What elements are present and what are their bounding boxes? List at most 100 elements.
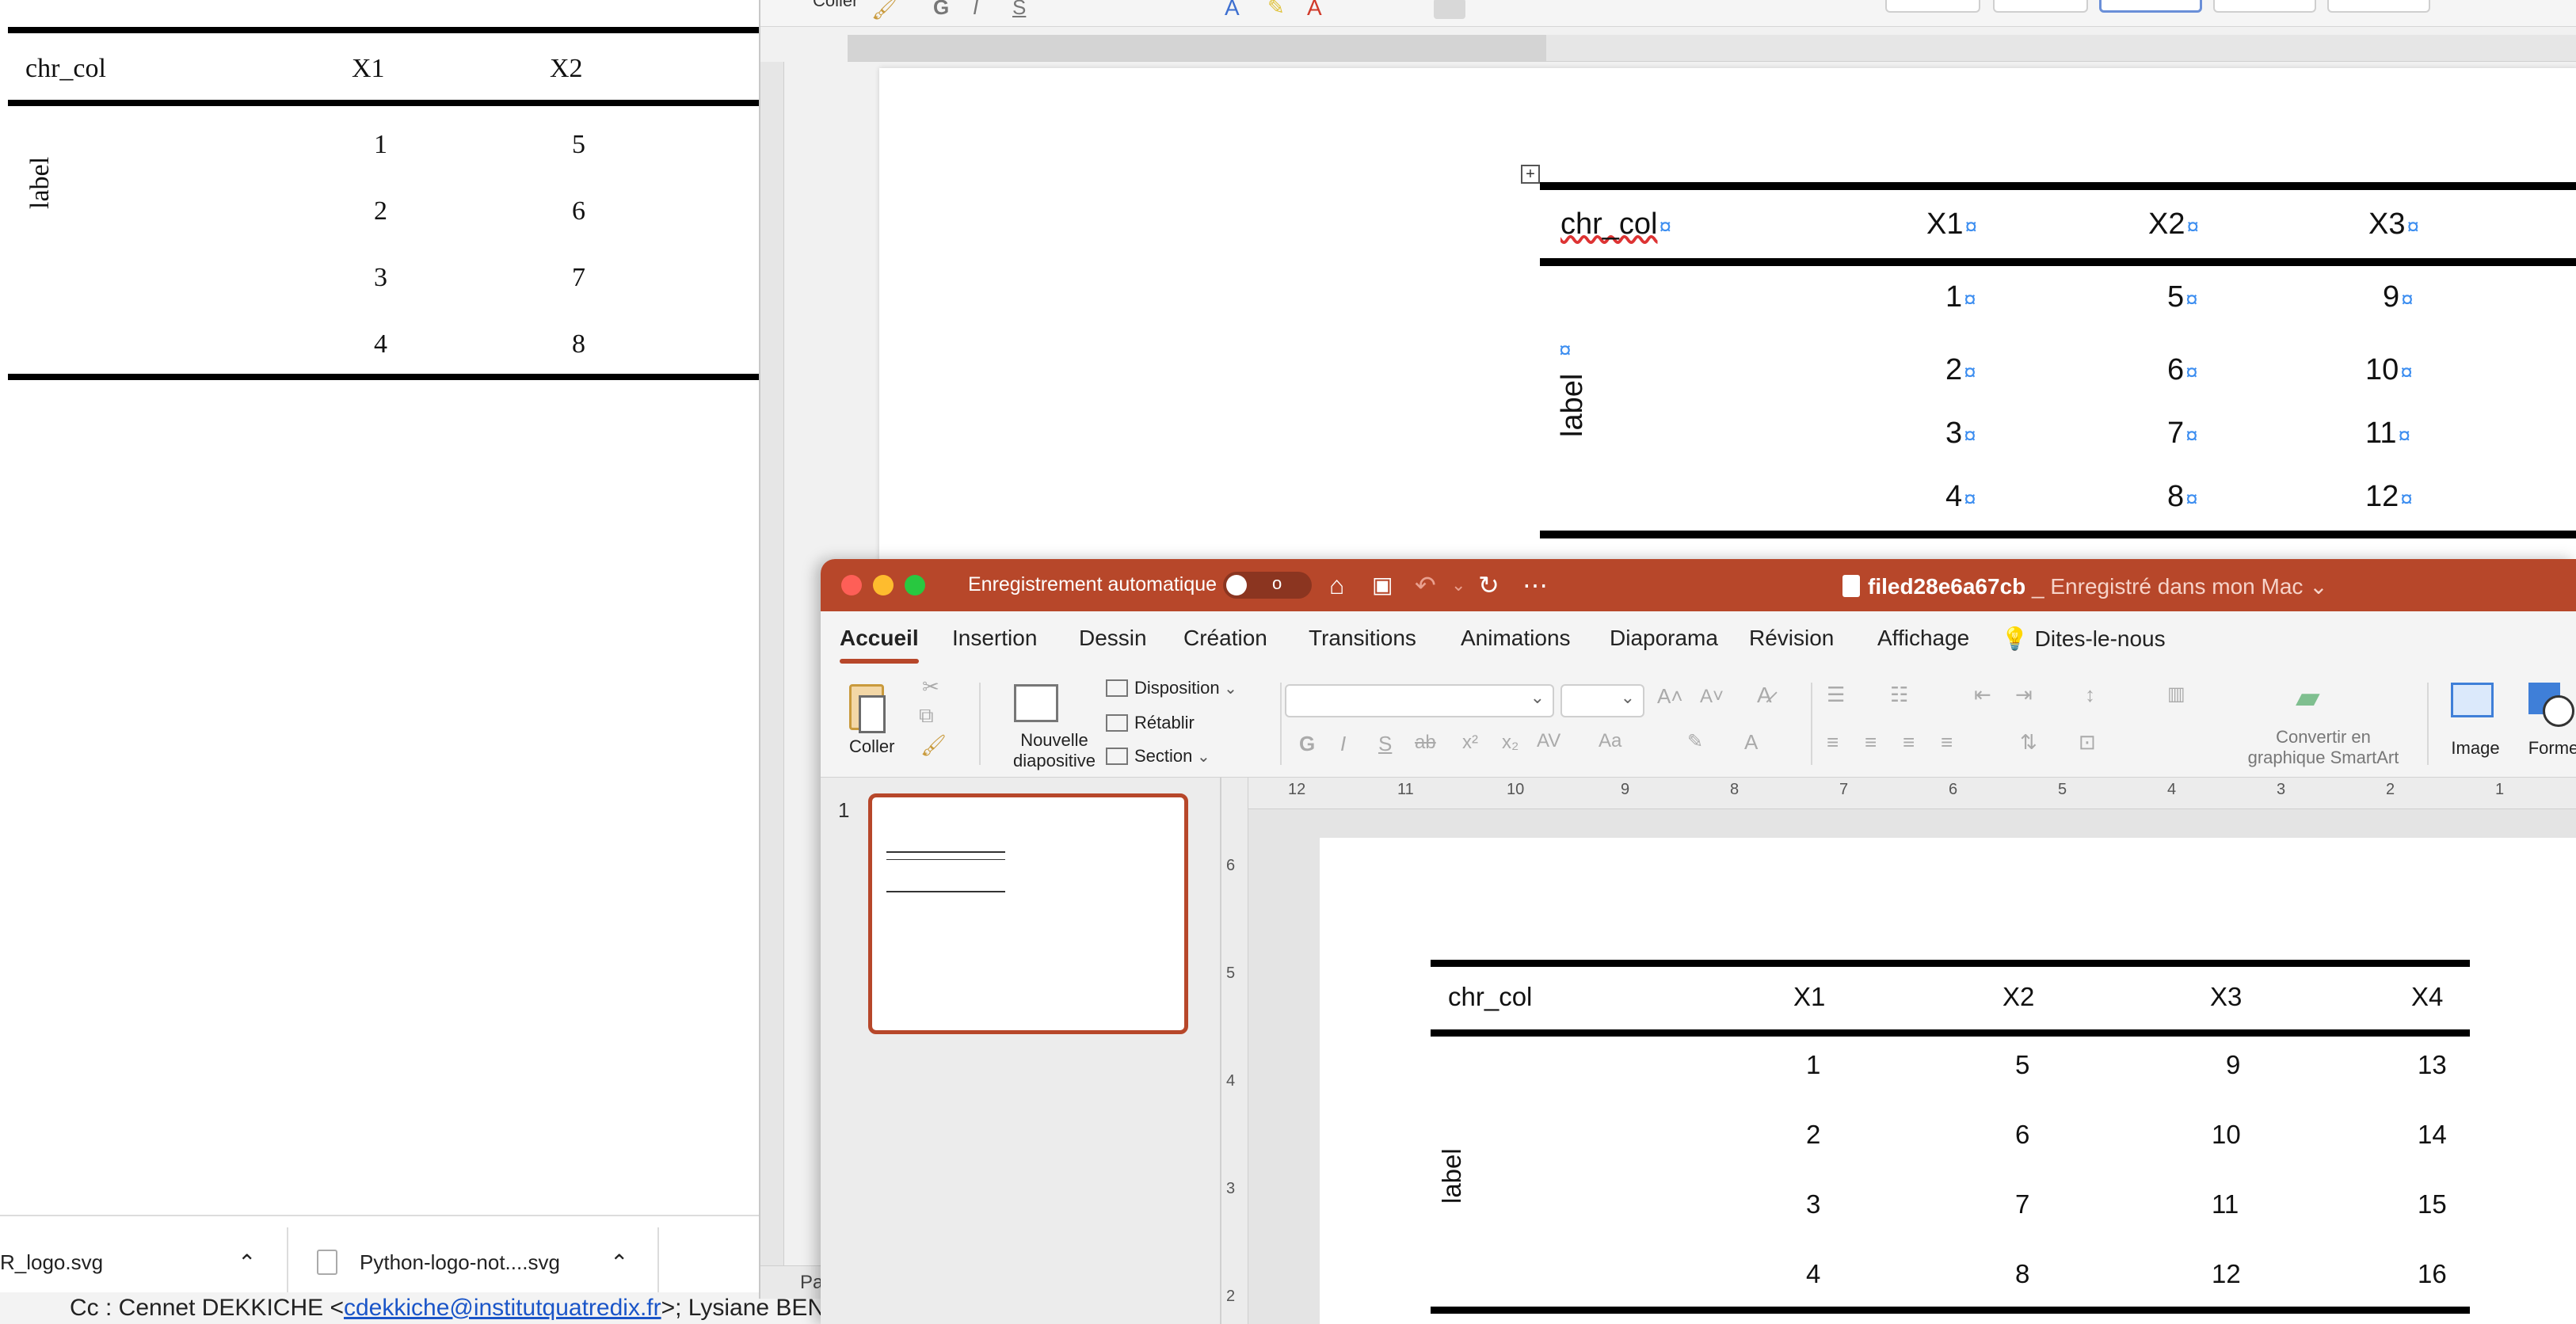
change-case-icon[interactable]: Aa xyxy=(1599,730,1621,752)
underline-icon[interactable]: S xyxy=(1378,732,1392,756)
table-cell: 10 xyxy=(2212,1120,2241,1149)
bullets-icon[interactable]: ☰ xyxy=(1827,683,1845,707)
slide-canvas[interactable] xyxy=(1320,838,2576,1324)
layout-button[interactable]: Disposition ⌄ xyxy=(1106,678,1237,698)
tab-animations[interactable]: Animations xyxy=(1461,626,1571,651)
table-cell: 12 xyxy=(2212,1259,2241,1288)
tab-transitions[interactable]: Transitions xyxy=(1309,626,1416,651)
numbering-icon[interactable]: ☷ xyxy=(1890,683,1908,707)
increase-indent-icon[interactable]: ⇥ xyxy=(2015,683,2033,707)
tab-accueil[interactable]: Accueil xyxy=(840,626,919,664)
subscript-icon[interactable]: x₂ xyxy=(1502,732,1519,754)
align-center-icon[interactable]: ≡ xyxy=(1865,730,1877,755)
align-left-icon[interactable]: ≡ xyxy=(1827,730,1839,755)
table-cell: 2¤ xyxy=(1945,353,1976,386)
mail-cc-address[interactable]: cdekkiche@institutquatredix.fr xyxy=(344,1295,661,1321)
minimize-window-button[interactable] xyxy=(873,575,894,595)
new-slide-button[interactable]: Nouvelle diapositive xyxy=(995,667,1114,778)
home-icon[interactable]: ⌂ xyxy=(1329,572,1344,599)
ribbon-divider xyxy=(2427,683,2429,765)
format-painter-icon[interactable]: 🖌 xyxy=(920,733,947,758)
shapes-button[interactable]: Formes xyxy=(2516,667,2576,778)
row-label-text: label xyxy=(1556,373,1589,437)
decrease-indent-icon[interactable]: ⇤ xyxy=(1974,683,1991,707)
tab-creation[interactable]: Création xyxy=(1183,626,1267,651)
file-title[interactable]: filed28e6a67cb _ Enregistré dans mon Mac… xyxy=(1842,573,2328,599)
section-button[interactable]: Section ⌄ xyxy=(1106,746,1210,767)
text-direction-icon[interactable]: ⇅ xyxy=(2020,730,2037,755)
word-paste-label[interactable]: Coller xyxy=(813,0,858,11)
ruler-tick-label: 4 xyxy=(2167,781,2177,798)
table-header-chr-col: chr_col¤ xyxy=(1560,207,1671,242)
align-right-icon[interactable]: ≡ xyxy=(1903,730,1915,755)
style-gallery-item[interactable] xyxy=(1993,0,2088,13)
tab-insertion[interactable]: Insertion xyxy=(952,626,1037,651)
header-text: X1 xyxy=(1926,207,1964,241)
style-gallery-item[interactable] xyxy=(2099,0,2202,13)
strikethrough-icon[interactable]: ab xyxy=(1415,732,1436,754)
font-color-icon[interactable]: A xyxy=(1307,0,1322,21)
table-cell: 9 xyxy=(2226,1050,2241,1079)
tab-tell-me[interactable]: 💡 Dites-le-nous xyxy=(2001,626,2166,652)
highlight-icon[interactable]: ✎ xyxy=(1267,0,1285,20)
tell-me-label: Dites-le-nous xyxy=(2034,626,2166,651)
slide-thumbnail[interactable] xyxy=(868,793,1188,1034)
align-text-icon[interactable]: ⊡ xyxy=(2079,730,2096,755)
save-icon[interactable]: ▣ xyxy=(1372,572,1393,599)
bold-icon[interactable]: G xyxy=(1299,732,1315,756)
font-size-select[interactable] xyxy=(1560,684,1644,717)
reset-button[interactable]: Rétablir xyxy=(1106,713,1195,733)
font-family-select[interactable] xyxy=(1285,684,1554,717)
font-color-icon[interactable]: A xyxy=(1744,730,1758,755)
paste-button[interactable]: Coller xyxy=(821,667,924,778)
align-left-icon[interactable] xyxy=(1434,0,1465,19)
more-icon[interactable]: ⋯ xyxy=(1522,572,1548,599)
clear-formatting-icon[interactable]: A̷ xyxy=(1757,683,1772,708)
chevron-up-icon[interactable]: ⌃ xyxy=(610,1250,628,1276)
tab-diaporama[interactable]: Diaporama xyxy=(1610,626,1718,651)
ppt-vertical-ruler[interactable]: 6 5 4 3 2 xyxy=(1221,778,1248,1324)
word-vertical-ruler[interactable] xyxy=(760,62,784,1299)
zoom-window-button[interactable] xyxy=(905,575,925,595)
tab-affichage[interactable]: Affichage xyxy=(1877,626,1969,651)
table-cell: 6 xyxy=(2015,1120,2030,1149)
cut-icon[interactable]: ✂ xyxy=(922,675,939,699)
justify-icon[interactable]: ≡ xyxy=(1941,730,1953,755)
italic-icon[interactable]: I xyxy=(1340,732,1346,756)
autosave-toggle[interactable]: o xyxy=(1223,572,1312,599)
image-button[interactable]: Image xyxy=(2437,667,2508,778)
ribbon-divider xyxy=(1280,683,1282,765)
style-gallery-item[interactable] xyxy=(1885,0,1980,13)
increase-font-icon[interactable]: A˄ xyxy=(1657,684,1683,709)
style-gallery-item[interactable] xyxy=(2213,0,2316,13)
browser-window: chr_col X1 X2 label 1 2 3 4 5 6 7 8 R_lo… xyxy=(0,0,832,1324)
slide-editing-area[interactable] xyxy=(1248,809,2576,1324)
decrease-font-icon[interactable]: A˅ xyxy=(1700,686,1724,708)
undo-icon[interactable]: ↶ xyxy=(1415,572,1436,599)
style-gallery-item[interactable] xyxy=(2327,0,2430,13)
close-window-button[interactable] xyxy=(841,575,862,595)
tab-revision[interactable]: Révision xyxy=(1749,626,1834,651)
tab-dessin[interactable]: Dessin xyxy=(1079,626,1147,651)
chevron-down-icon[interactable]: ⌄ xyxy=(1451,572,1465,599)
ppt-horizontal-ruler[interactable]: 12 11 10 9 8 7 6 5 4 3 2 1 xyxy=(1248,778,2576,809)
bold-icon[interactable]: G xyxy=(933,0,949,20)
table-top-rule xyxy=(8,27,760,33)
line-spacing-icon[interactable]: ↕ xyxy=(2085,683,2095,707)
italic-icon[interactable]: I xyxy=(973,0,978,20)
redo-icon[interactable]: ↻ xyxy=(1478,572,1499,599)
convert-smartart-button[interactable]: ▰ Convertir en graphique SmartArt xyxy=(2224,667,2422,778)
format-painter-icon[interactable]: 🖌 xyxy=(871,0,897,21)
columns-icon[interactable]: ▥ xyxy=(2167,683,2185,706)
character-spacing-icon[interactable]: AV xyxy=(1537,730,1560,752)
text-effects-icon[interactable]: A xyxy=(1225,0,1240,21)
highlight-icon[interactable]: ✎ xyxy=(1687,730,1703,753)
word-horizontal-ruler[interactable] xyxy=(848,35,2576,62)
copy-icon[interactable]: ⧉ xyxy=(919,703,934,729)
toggle-state: o xyxy=(1272,573,1282,593)
table-move-handle-icon[interactable]: + xyxy=(1521,165,1540,184)
slide-thumbnail-pane[interactable]: 1 xyxy=(821,778,1221,1324)
superscript-icon[interactable]: x² xyxy=(1462,732,1478,754)
chevron-up-icon[interactable]: ⌃ xyxy=(238,1250,256,1276)
underline-icon[interactable]: S xyxy=(1012,0,1026,20)
